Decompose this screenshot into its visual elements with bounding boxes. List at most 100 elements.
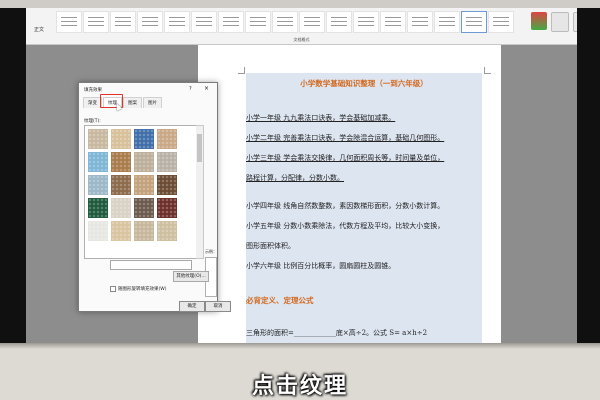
formula-line: 三角形的面积=____________底×高÷2。公式 S= a×h÷2 bbox=[246, 329, 428, 337]
style-preview-line bbox=[115, 21, 131, 22]
texture-swatch[interactable] bbox=[157, 175, 177, 195]
rotate-checkbox-label: 随图形旋转填充效果(W) bbox=[118, 287, 167, 292]
corner-mark bbox=[238, 67, 245, 74]
style-preview-line bbox=[169, 25, 185, 26]
tab-picture[interactable]: 图片 bbox=[143, 97, 162, 108]
texture-swatch[interactable] bbox=[88, 221, 108, 241]
texture-list[interactable] bbox=[84, 125, 198, 259]
style-preview-line bbox=[142, 17, 158, 18]
style-preview-line bbox=[412, 25, 428, 26]
workspace-right bbox=[501, 45, 577, 343]
style-thumbnail[interactable] bbox=[245, 11, 271, 33]
texture-swatch[interactable] bbox=[111, 198, 131, 218]
ok-button[interactable]: 确定 bbox=[179, 301, 205, 312]
style-thumbnail[interactable] bbox=[299, 11, 325, 33]
texture-swatch[interactable] bbox=[88, 129, 108, 149]
style-preview-line bbox=[412, 17, 428, 18]
style-thumbnail[interactable] bbox=[272, 11, 298, 33]
style-thumbnail[interactable] bbox=[110, 11, 136, 33]
texture-swatch[interactable] bbox=[88, 175, 108, 195]
style-preview-line bbox=[493, 17, 509, 18]
colors-icon[interactable] bbox=[531, 12, 547, 30]
style-preview-line bbox=[61, 17, 77, 18]
style-thumbnail[interactable] bbox=[353, 11, 379, 33]
style-preview-line bbox=[304, 21, 320, 22]
style-gallery[interactable] bbox=[56, 11, 514, 33]
style-thumbnail[interactable] bbox=[488, 11, 514, 33]
texture-grid bbox=[88, 129, 177, 241]
style-thumbnail[interactable] bbox=[164, 11, 190, 33]
style-preview-line bbox=[88, 25, 104, 26]
rotate-checkbox[interactable] bbox=[110, 286, 116, 292]
texture-swatch[interactable] bbox=[88, 198, 108, 218]
style-preview-line bbox=[115, 17, 131, 18]
scrollbar-thumb[interactable] bbox=[197, 134, 202, 162]
texture-swatch[interactable] bbox=[157, 198, 177, 218]
style-thumbnail[interactable] bbox=[326, 11, 352, 33]
style-preview-line bbox=[385, 25, 401, 26]
help-icon[interactable]: ? bbox=[189, 86, 192, 92]
style-thumbnail[interactable] bbox=[83, 11, 109, 33]
style-preview-line bbox=[169, 21, 185, 22]
doc-line: 路程计算，分配律，分数小数。 bbox=[246, 174, 344, 182]
sample-label: 示例： bbox=[205, 249, 217, 254]
fonts-icon[interactable] bbox=[551, 12, 569, 32]
style-preview-line bbox=[196, 21, 212, 22]
texture-swatch[interactable] bbox=[111, 152, 131, 172]
top-strip bbox=[0, 0, 600, 8]
style-preview-line bbox=[358, 17, 374, 18]
rotate-checkbox-row[interactable]: 随图形旋转填充效果(W) bbox=[110, 286, 166, 292]
close-icon[interactable]: × bbox=[204, 85, 209, 92]
monitor: 正文 文档格式 小学数学基础知识整理（一到六年级） 小学一年级 九九乘法口诀表，… bbox=[0, 0, 600, 400]
other-texture-button[interactable]: 其他纹理(O)... bbox=[173, 271, 209, 282]
document-page[interactable]: 小学数学基础知识整理（一到六年级） 小学一年级 九九乘法口诀表，学会基础加减乘。… bbox=[198, 45, 501, 343]
texture-name-field bbox=[110, 260, 192, 270]
texture-swatch[interactable] bbox=[111, 129, 131, 149]
texture-swatch[interactable] bbox=[111, 221, 131, 241]
style-preview-line bbox=[385, 21, 401, 22]
screen: 正文 文档格式 小学数学基础知识整理（一到六年级） 小学一年级 九九乘法口诀表，… bbox=[26, 8, 577, 343]
paragraph-spacing-icon[interactable] bbox=[573, 12, 577, 32]
ribbon-icons bbox=[531, 12, 577, 32]
texture-swatch[interactable] bbox=[111, 175, 131, 195]
style-preview-line bbox=[493, 21, 509, 22]
style-thumbnail[interactable] bbox=[56, 11, 82, 33]
ribbon-section-label: 文档格式 bbox=[293, 37, 310, 42]
texture-swatch[interactable] bbox=[157, 152, 177, 172]
texture-swatch[interactable] bbox=[134, 198, 154, 218]
texture-swatch[interactable] bbox=[134, 221, 154, 241]
style-preview-line bbox=[250, 25, 266, 26]
style-preview-line bbox=[331, 21, 347, 22]
style-preview-line bbox=[439, 25, 455, 26]
texture-swatch[interactable] bbox=[157, 221, 177, 241]
bezel-left bbox=[0, 8, 26, 348]
style-preview-line bbox=[250, 17, 266, 18]
style-preview-line bbox=[223, 25, 239, 26]
style-preview-line bbox=[412, 21, 428, 22]
doc-line: 小学四年级 线角自然数整数，素因数梯形面积，分数小数计算。 bbox=[246, 202, 445, 210]
style-preview-line bbox=[88, 17, 104, 18]
normal-style-button[interactable]: 正文 bbox=[30, 12, 48, 34]
texture-swatch[interactable] bbox=[134, 152, 154, 172]
style-thumbnail[interactable] bbox=[461, 11, 487, 33]
style-thumbnail[interactable] bbox=[218, 11, 244, 33]
style-thumbnail[interactable] bbox=[407, 11, 433, 33]
texture-swatch[interactable] bbox=[88, 152, 108, 172]
texture-swatch[interactable] bbox=[134, 129, 154, 149]
style-preview-line bbox=[169, 17, 185, 18]
style-thumbnail[interactable] bbox=[380, 11, 406, 33]
fill-effects-dialog[interactable]: 填充效果 ? × 渐变 纹理 图案 图片 纹理(T): 示例： 其他纹理(O).… bbox=[78, 82, 231, 312]
document-content[interactable]: 小学数学基础知识整理（一到六年级） 小学一年级 九九乘法口诀表，学会基础加减乘。… bbox=[246, 73, 482, 343]
style-thumbnail[interactable] bbox=[434, 11, 460, 33]
style-preview-line bbox=[61, 25, 77, 26]
style-preview-line bbox=[331, 17, 347, 18]
texture-swatch[interactable] bbox=[134, 175, 154, 195]
texture-scrollbar[interactable] bbox=[196, 125, 204, 259]
tab-pattern[interactable]: 图案 bbox=[123, 97, 142, 108]
cancel-button[interactable]: 取消 bbox=[205, 301, 231, 312]
style-preview-line bbox=[493, 25, 509, 26]
style-thumbnail[interactable] bbox=[191, 11, 217, 33]
texture-swatch[interactable] bbox=[157, 129, 177, 149]
style-preview-line bbox=[142, 25, 158, 26]
style-thumbnail[interactable] bbox=[137, 11, 163, 33]
